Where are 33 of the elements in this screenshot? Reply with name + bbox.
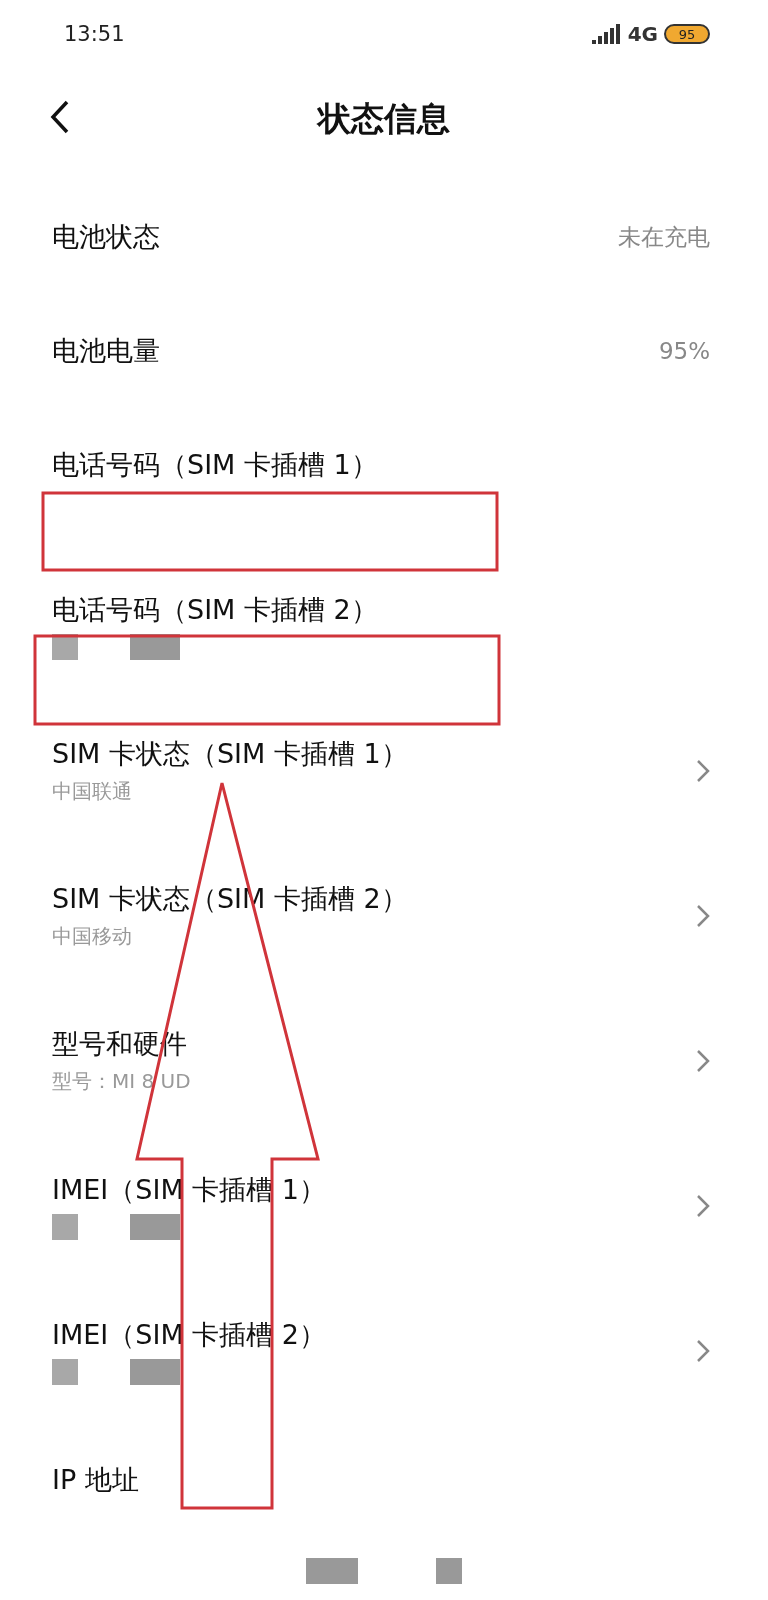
row-title: SIM 卡状态（SIM 卡插槽 1） xyxy=(52,737,409,771)
back-icon xyxy=(50,100,70,134)
chevron-icon xyxy=(696,1048,710,1073)
row-value: 未在充电 xyxy=(618,222,710,252)
row-subtitle: 中国移动 xyxy=(52,923,133,950)
settings-row[interactable]: IMEI（SIM 卡插槽 1） xyxy=(0,1133,768,1278)
redacted-block xyxy=(436,1558,462,1584)
row-title: IMEI（SIM 卡插槽 2） xyxy=(52,1317,328,1352)
row-title: 电话号码（SIM 卡插槽 1） xyxy=(52,447,379,482)
chevron-icon xyxy=(696,903,710,928)
row-subtitle: 型号：MI 8 UD xyxy=(52,1068,192,1095)
row-title: 电池状态 xyxy=(52,220,161,254)
redacted-block xyxy=(52,1213,78,1240)
row-title: 电话号码（SIM 卡插槽 2） xyxy=(52,592,379,627)
chevron-icon xyxy=(696,1193,710,1218)
battery-level: 95 xyxy=(664,24,710,44)
page-title: 状态信息 xyxy=(318,97,450,140)
row-title: 电池电量 xyxy=(52,334,161,368)
settings-row[interactable]: SIM 卡状态（SIM 卡插槽 1） 中国联通 xyxy=(0,698,768,843)
redacted-block xyxy=(306,1558,358,1584)
network-type: 4G xyxy=(627,22,658,46)
redacted-block xyxy=(52,1358,78,1385)
row-title: IP 地址 xyxy=(52,1462,140,1497)
redacted-block xyxy=(130,1358,180,1385)
row-title: IMEI（SIM 卡插槽 1） xyxy=(52,1172,328,1207)
signal-icon xyxy=(591,24,622,44)
chevron-icon xyxy=(696,758,710,783)
chevron-icon xyxy=(696,1338,710,1363)
status-time: 13:51 xyxy=(64,22,125,46)
redacted-block xyxy=(130,1213,180,1240)
settings-row[interactable]: IMEI（SIM 卡插槽 2） xyxy=(0,1278,768,1423)
row-subtitle: 中国联通 xyxy=(52,778,133,805)
row-value: 95% xyxy=(658,338,710,364)
